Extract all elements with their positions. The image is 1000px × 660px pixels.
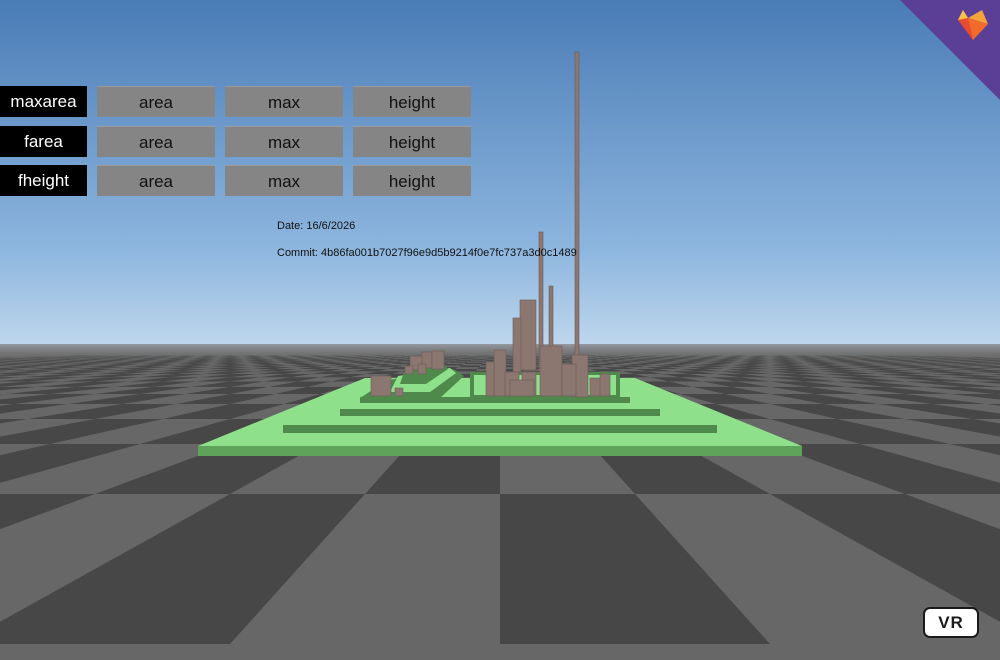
area-button[interactable]: area <box>97 165 215 196</box>
height-button[interactable]: height <box>353 165 471 196</box>
commit-hash: Commit: 4b86fa001b7027f96e9d5b9214f0e7fc… <box>277 247 577 259</box>
metric-label-fheight[interactable]: fheight <box>0 165 87 196</box>
max-button[interactable]: max <box>225 86 343 117</box>
area-button[interactable]: area <box>97 126 215 157</box>
metric-label-farea[interactable]: farea <box>0 126 87 157</box>
height-button[interactable]: height <box>353 86 471 117</box>
commit-date: Date: 16/6/2026 <box>277 220 356 232</box>
height-button[interactable]: height <box>353 126 471 157</box>
corner-badge[interactable] <box>900 0 1000 100</box>
vr-button[interactable]: VR <box>923 607 979 638</box>
max-button[interactable]: max <box>225 165 343 196</box>
area-button[interactable]: area <box>97 86 215 117</box>
metric-label-maxarea[interactable]: maxarea <box>0 86 87 117</box>
max-button[interactable]: max <box>225 126 343 157</box>
